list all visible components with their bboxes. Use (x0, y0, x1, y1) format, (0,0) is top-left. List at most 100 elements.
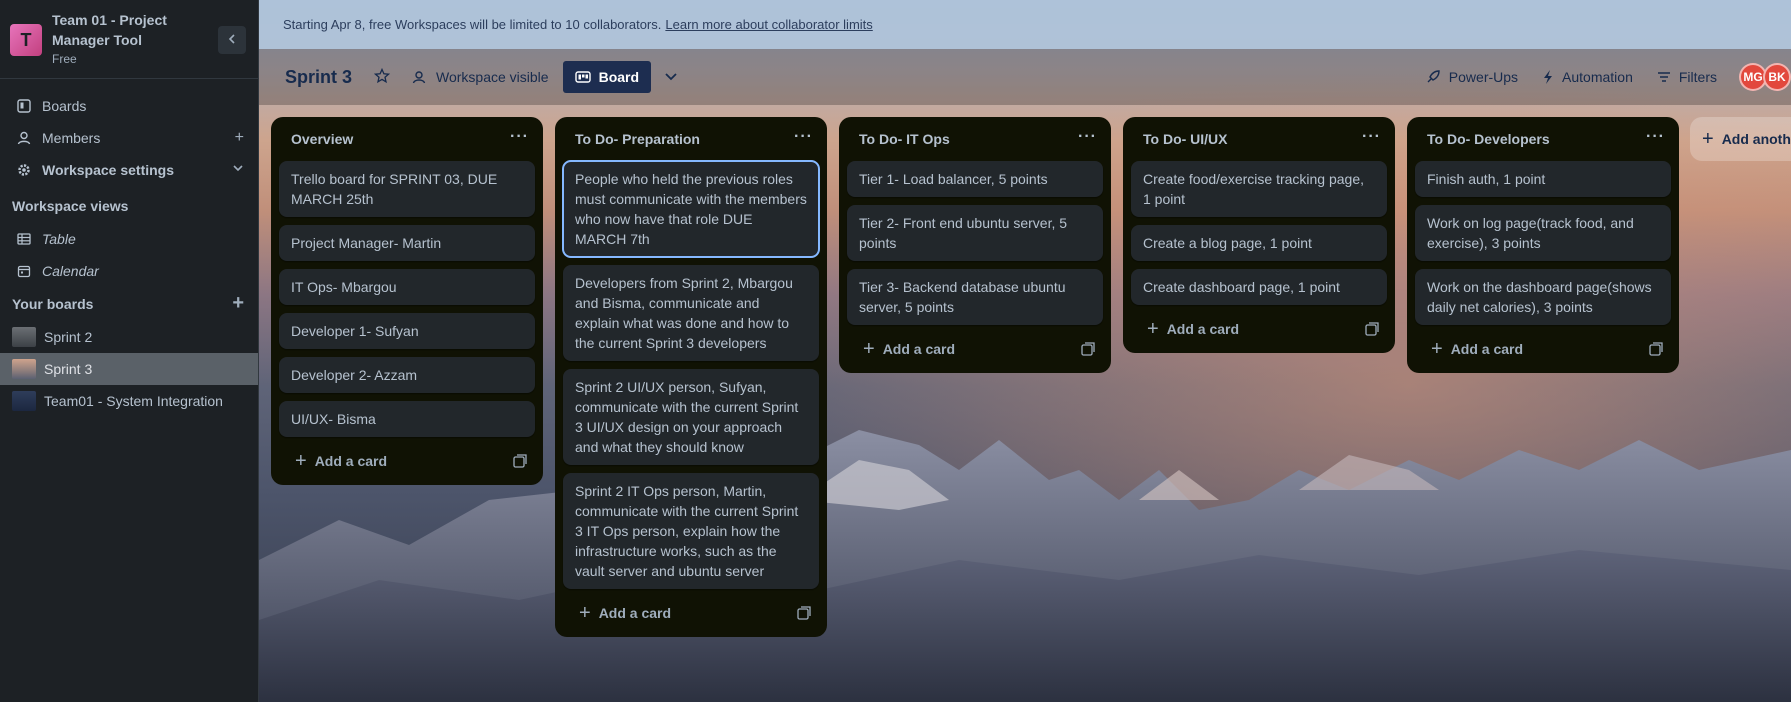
add-list-label: Add another list (1721, 131, 1791, 147)
add-list-button[interactable]: + Add another list (1690, 117, 1791, 161)
card[interactable]: Create dashboard page, 1 point (1131, 269, 1387, 305)
sidebar-board-sprint-2[interactable]: Sprint 2 (0, 321, 258, 353)
list-to-do-preparation: To Do- Preparation ··· People who held t… (555, 117, 827, 637)
add-card-label: Add a card (314, 453, 388, 469)
sidebar-item-label: Members (42, 130, 101, 146)
card-template-icon[interactable] (1649, 342, 1663, 359)
board-thumbnail (12, 327, 36, 347)
plus-icon: + (1147, 318, 1159, 340)
board-canvas: Starting Apr 8, free Workspaces will be … (259, 0, 1791, 702)
workspace-name[interactable]: Team 01 - Project Manager Tool (52, 10, 182, 50)
card[interactable]: Tier 3- Backend database ubuntu server, … (847, 269, 1103, 325)
board-thumbnail (12, 391, 36, 411)
card[interactable]: Developer 2- Azzam (279, 357, 535, 393)
list-title[interactable]: To Do- Developers (1427, 131, 1550, 147)
add-card-button[interactable]: + Add a card (1415, 333, 1671, 365)
list-title[interactable]: To Do- Preparation (575, 131, 700, 147)
banner-link[interactable]: Learn more about collaborator limits (665, 17, 872, 32)
add-member-icon[interactable]: + (235, 130, 244, 146)
calendar-icon (16, 263, 32, 279)
power-ups-button[interactable]: Power-Ups (1417, 61, 1526, 93)
plus-icon: + (579, 602, 591, 624)
plus-icon: + (295, 450, 307, 472)
rocket-icon (1425, 69, 1441, 85)
add-board-icon[interactable]: + (232, 293, 244, 313)
card[interactable]: Work on the dashboard page(shows daily n… (1415, 269, 1671, 325)
card[interactable]: Tier 1- Load balancer, 5 points (847, 161, 1103, 197)
card-template-icon[interactable] (797, 606, 811, 623)
plus-icon: + (1431, 338, 1443, 360)
star-button[interactable] (366, 61, 398, 93)
list-to-do-developers: To Do- Developers ··· Finish auth, 1 poi… (1407, 117, 1679, 373)
add-card-button[interactable]: + Add a card (563, 597, 819, 629)
views-dropdown-button[interactable] (655, 61, 687, 93)
board-label: Sprint 2 (44, 329, 93, 345)
card[interactable]: Create a blog page, 1 point (1131, 225, 1387, 261)
card-template-icon[interactable] (513, 454, 527, 471)
sidebar-board-sprint-3[interactable]: Sprint 3 (0, 353, 258, 385)
card[interactable]: UI/UX- Bisma (279, 401, 535, 437)
card[interactable]: Work on log page(track food, and exercis… (1415, 205, 1671, 261)
workspace-views-title: Workspace views (12, 198, 129, 214)
add-card-label: Add a card (1450, 341, 1524, 357)
board-view-label: Board (598, 69, 640, 85)
collapse-sidebar-button[interactable] (218, 26, 246, 54)
sidebar-item-members[interactable]: Members + (0, 122, 258, 154)
list-header[interactable]: To Do- Developers ··· (1407, 117, 1679, 161)
sidebar-item-workspace-settings[interactable]: Workspace settings (0, 154, 258, 186)
sidebar-item-table[interactable]: Table (0, 223, 258, 255)
visibility-button[interactable]: Workspace visible (404, 61, 557, 93)
workspace-logo[interactable]: T (10, 24, 42, 56)
avatar[interactable]: BK (1763, 63, 1791, 91)
card[interactable]: Finish auth, 1 point (1415, 161, 1671, 197)
list-title[interactable]: Overview (291, 131, 353, 147)
list-header[interactable]: To Do- Preparation ··· (555, 117, 827, 161)
more-icon[interactable]: ··· (1646, 129, 1665, 145)
list-header[interactable]: Overview ··· (271, 117, 543, 161)
sidebar-item-label: Workspace settings (42, 162, 175, 178)
more-icon[interactable]: ··· (794, 129, 813, 145)
card[interactable]: IT Ops- Mbargou (279, 269, 535, 305)
card[interactable]: Sprint 2 UI/UX person, Sufyan, communica… (563, 369, 819, 465)
sidebar-board-team01-system-integration[interactable]: Team01 - System Integration (0, 385, 258, 417)
more-icon[interactable]: ··· (510, 129, 529, 145)
chevron-down-icon[interactable] (232, 162, 244, 178)
board-view-icon (574, 70, 591, 84)
list-header[interactable]: To Do- IT Ops ··· (839, 117, 1111, 161)
card[interactable]: Sprint 2 IT Ops person, Martin, communic… (563, 473, 819, 589)
card-template-icon[interactable] (1365, 322, 1379, 339)
add-card-button[interactable]: + Add a card (847, 333, 1103, 365)
card-template-icon[interactable] (1081, 342, 1095, 359)
card[interactable]: Project Manager- Martin (279, 225, 535, 261)
card[interactable]: Tier 2- Front end ubuntu server, 5 point… (847, 205, 1103, 261)
board-thumbnail (12, 359, 36, 379)
gear-icon (16, 162, 32, 178)
list-title[interactable]: To Do- UI/UX (1143, 131, 1228, 147)
filters-label: Filters (1678, 69, 1717, 85)
board-view-button[interactable]: Board (562, 61, 652, 93)
power-ups-label: Power-Ups (1448, 69, 1519, 85)
card[interactable]: Trello board for SPRINT 03, DUE MARCH 25… (279, 161, 535, 217)
card[interactable]: Developer 1- Sufyan (279, 313, 535, 349)
sidebar-item-boards[interactable]: Boards (0, 90, 258, 122)
card[interactable]: Developers from Sprint 2, Mbargou and Bi… (563, 265, 819, 361)
list-header[interactable]: To Do- UI/UX ··· (1123, 117, 1395, 161)
workspace-plan: Free (52, 52, 77, 66)
add-card-button[interactable]: + Add a card (279, 445, 535, 477)
filters-button[interactable]: Filters (1649, 61, 1725, 93)
more-icon[interactable]: ··· (1362, 129, 1381, 145)
lightning-icon (1542, 69, 1554, 85)
card[interactable]: Create food/exercise tracking page, 1 po… (1131, 161, 1387, 217)
sidebar-item-calendar[interactable]: Calendar (0, 255, 258, 287)
board-title[interactable]: Sprint 3 (285, 67, 352, 88)
card[interactable]: People who held the previous roles must … (562, 160, 820, 258)
banner-text: Starting Apr 8, free Workspaces will be … (283, 17, 662, 32)
list-title[interactable]: To Do- IT Ops (859, 131, 950, 147)
your-boards-title: Your boards + (12, 292, 244, 314)
more-icon[interactable]: ··· (1078, 129, 1097, 145)
board-header: Sprint 3 Workspace visible Board Power-U… (259, 49, 1791, 105)
sidebar-item-label: Table (42, 231, 76, 247)
add-card-button[interactable]: + Add a card (1131, 313, 1387, 345)
collaborator-limit-banner: Starting Apr 8, free Workspaces will be … (259, 0, 1791, 49)
automation-button[interactable]: Automation (1534, 61, 1641, 93)
